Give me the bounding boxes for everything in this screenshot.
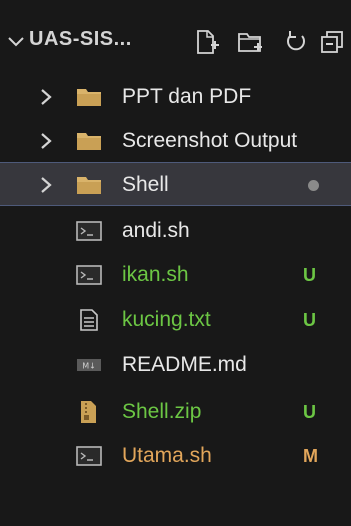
git-status-badge: U bbox=[303, 310, 316, 330]
modified-dot-icon bbox=[308, 180, 319, 191]
tree-item-kucing-txt[interactable]: kucing.txt U bbox=[0, 298, 351, 342]
chevron-right-icon[interactable] bbox=[38, 87, 54, 107]
terminal-file-icon bbox=[76, 446, 102, 466]
folder-icon bbox=[77, 89, 101, 106]
git-status-badge: U bbox=[303, 265, 316, 285]
chevron-down-icon[interactable] bbox=[6, 30, 26, 54]
workspace-title[interactable]: UAS-SIS... bbox=[29, 28, 132, 51]
tree-item-label: Shell bbox=[122, 173, 169, 196]
terminal-file-icon bbox=[76, 221, 102, 241]
svg-text:M↓: M↓ bbox=[82, 362, 96, 371]
tree-item-label: PPT dan PDF bbox=[122, 85, 252, 108]
git-status-badge: U bbox=[303, 402, 316, 422]
explorer-header: UAS-SIS... bbox=[0, 14, 351, 70]
collapse-all-icon[interactable] bbox=[318, 28, 346, 56]
new-folder-icon[interactable] bbox=[236, 28, 264, 56]
refresh-icon[interactable] bbox=[282, 28, 310, 56]
tree-item-screenshot-output[interactable]: Screenshot Output bbox=[0, 119, 351, 163]
tree-item-label: Utama.sh bbox=[122, 444, 212, 467]
tree-item-label: kucing.txt bbox=[122, 308, 211, 331]
tree-item-readme-md[interactable]: M↓ README.md bbox=[0, 343, 351, 387]
terminal-file-icon bbox=[76, 265, 102, 285]
folder-icon bbox=[77, 177, 101, 194]
tree-item-label: andi.sh bbox=[122, 219, 190, 242]
new-file-icon[interactable] bbox=[193, 28, 221, 56]
tree-item-label: Screenshot Output bbox=[122, 129, 298, 152]
markdown-file-icon: M↓ bbox=[77, 359, 101, 371]
tree-item-label: ikan.sh bbox=[122, 263, 189, 286]
tree-item-label: Shell.zip bbox=[122, 400, 202, 423]
tree-item-utama-sh[interactable]: Utama.sh M bbox=[0, 434, 351, 478]
folder-icon bbox=[77, 133, 101, 150]
chevron-right-icon[interactable] bbox=[38, 175, 54, 195]
tree-item-label: README.md bbox=[122, 353, 247, 376]
zip-file-icon bbox=[81, 401, 96, 423]
tree-item-shell-zip[interactable]: Shell.zip U bbox=[0, 390, 351, 434]
tree-item-ikan-sh[interactable]: ikan.sh U bbox=[0, 253, 351, 297]
chevron-right-icon[interactable] bbox=[38, 131, 54, 151]
text-file-icon bbox=[80, 309, 98, 331]
tree-item-andi-sh[interactable]: andi.sh bbox=[0, 209, 351, 253]
tree-item-ppt-dan-pdf[interactable]: PPT dan PDF bbox=[0, 75, 351, 119]
git-status-badge: M bbox=[303, 446, 318, 466]
tree-item-shell[interactable]: Shell bbox=[0, 162, 351, 206]
